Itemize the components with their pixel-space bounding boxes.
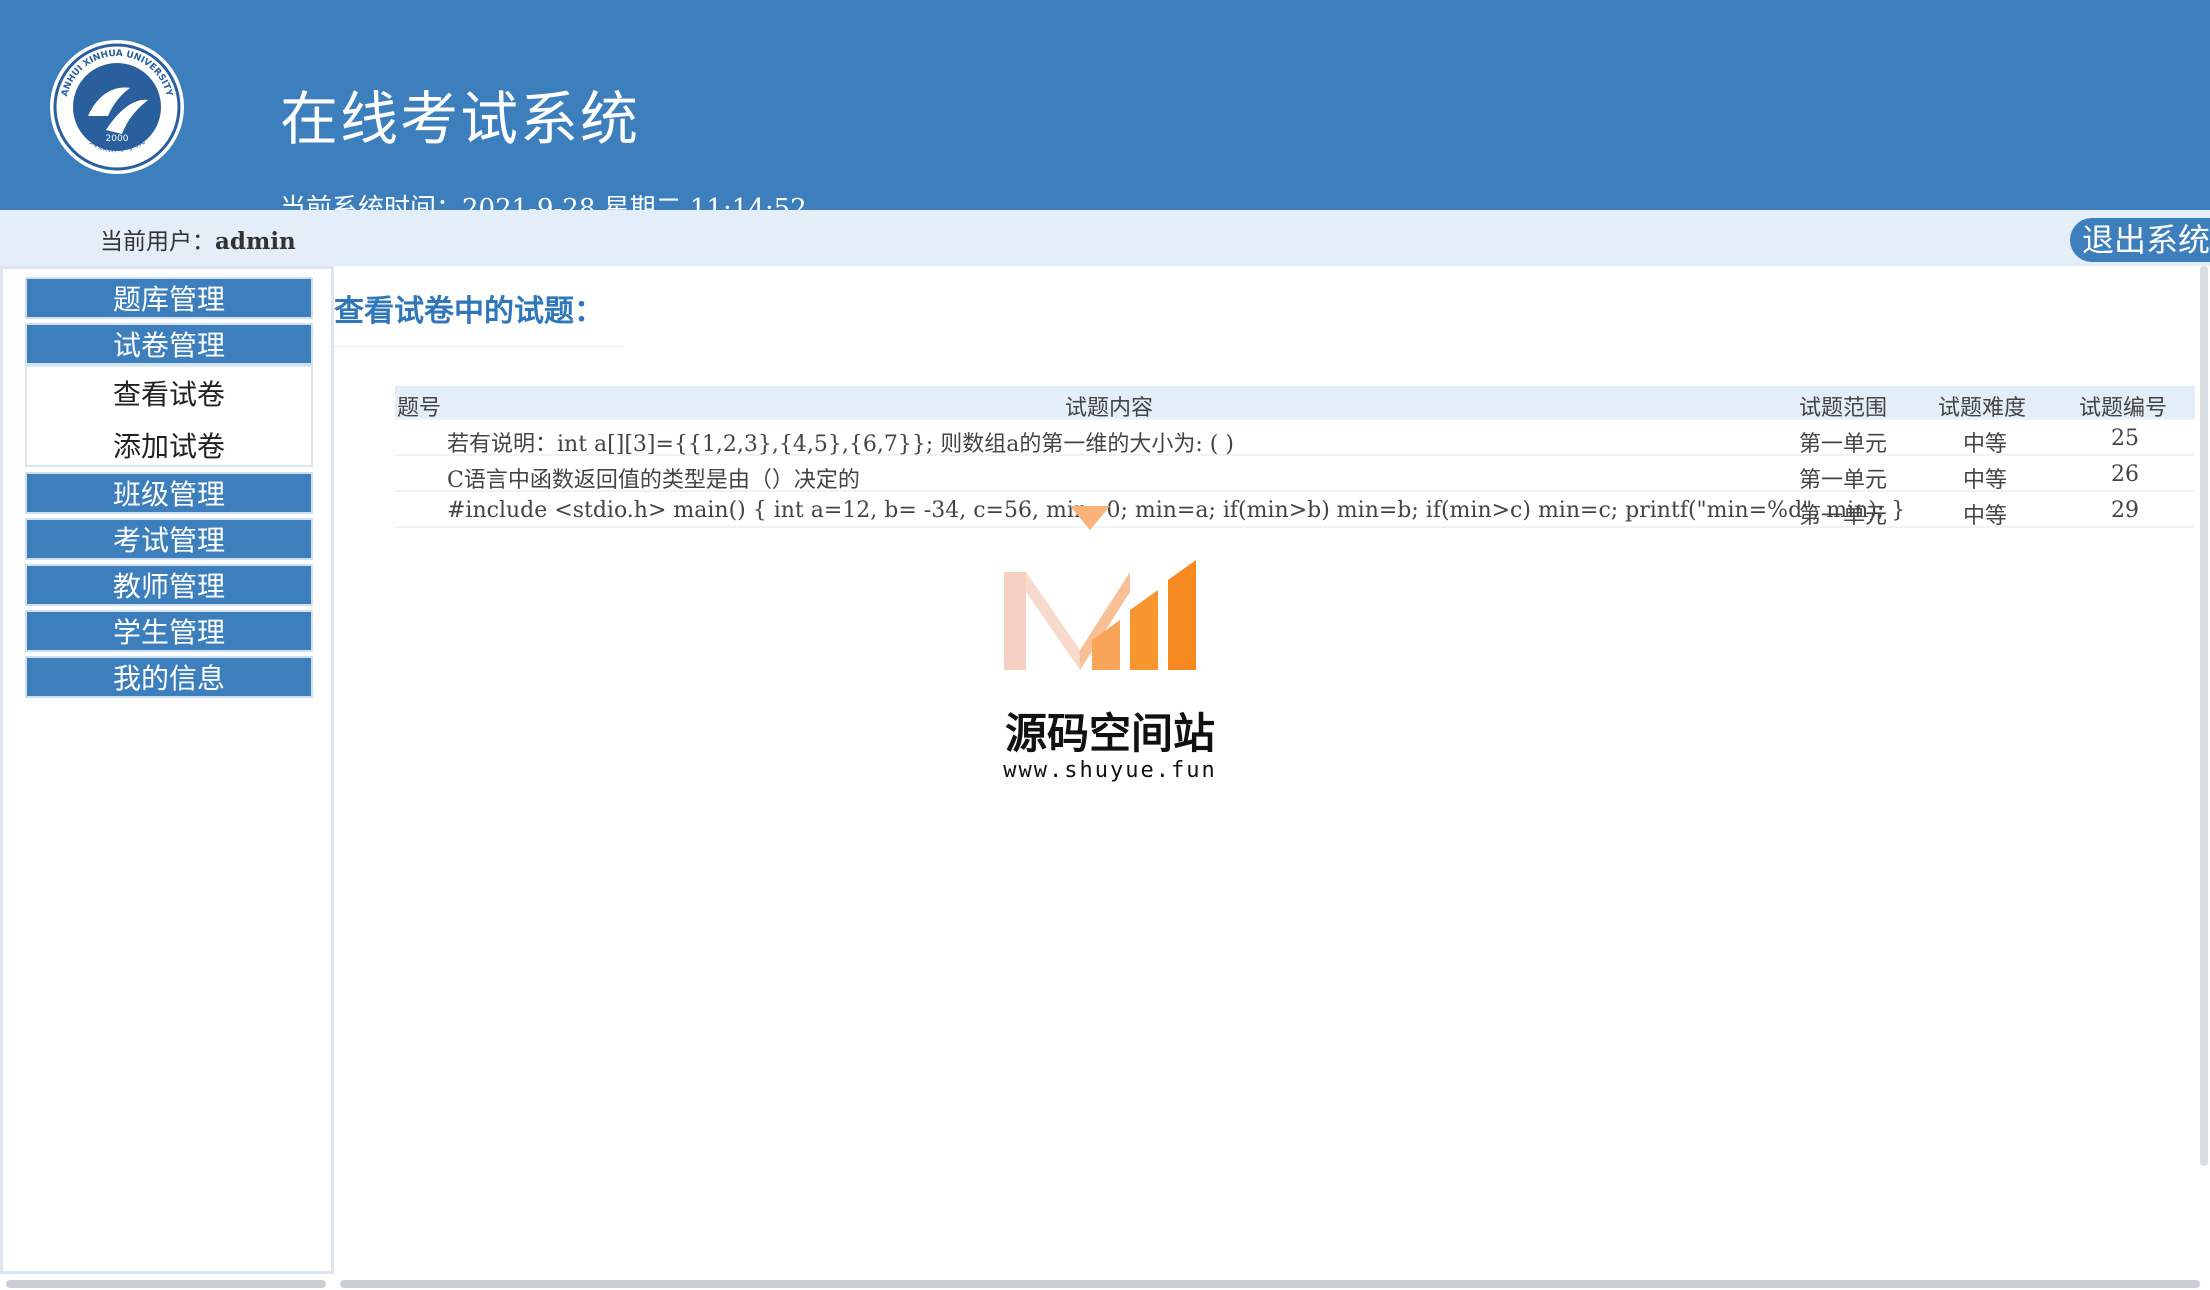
question-id: 29 bbox=[2111, 498, 2139, 523]
page-title: 查看试卷中的试题： bbox=[334, 294, 604, 329]
question-content: 若有说明：int a[][3]={{1,2,3},{4,5},{6,7}}; 则… bbox=[447, 432, 1234, 457]
question-difficulty: 中等 bbox=[1963, 432, 2008, 457]
sidebar-item-question-bank[interactable]: 题库管理 bbox=[25, 277, 313, 319]
table-row[interactable]: C语言中函数返回值的类型是由（）决定的 第一单元 中等 26 bbox=[395, 458, 2195, 493]
system-title: 在线考试系统 bbox=[280, 85, 641, 153]
table-row[interactable]: #include <stdio.h> main() { int a=12, b=… bbox=[395, 494, 2195, 529]
question-range: 第一单元 bbox=[1799, 432, 1888, 457]
vertical-scrollbar[interactable] bbox=[2200, 266, 2208, 1166]
sidebar-item-paper-management[interactable]: 试卷管理 bbox=[25, 323, 313, 365]
question-difficulty: 中等 bbox=[1963, 504, 2008, 529]
sidebar-horizontal-scrollbar[interactable] bbox=[6, 1280, 326, 1288]
col-header-id: 试题编号 bbox=[2079, 396, 2168, 421]
col-header-content: 试题内容 bbox=[1065, 396, 1154, 421]
sidebar-item-student-management[interactable]: 学生管理 bbox=[25, 610, 313, 652]
col-header-difficulty: 试题难度 bbox=[1938, 396, 2027, 421]
table-header-row: 题号 试题内容 试题范围 试题难度 试题编号 bbox=[395, 386, 2195, 421]
submenu-paper: 查看试卷 添加试卷 bbox=[25, 365, 313, 467]
question-range: 第一单元 bbox=[1799, 504, 1888, 529]
app-header: 2000 ANHUI XINHUA UNIVERSITY 安徽新华学院 在线考试… bbox=[0, 0, 2210, 210]
current-user-name: admin bbox=[215, 228, 296, 255]
title-divider bbox=[334, 346, 624, 347]
submenu-item-view-paper[interactable]: 查看试卷 bbox=[27, 373, 311, 413]
table-row[interactable]: 若有说明：int a[][3]={{1,2,3},{4,5},{6,7}}; 则… bbox=[395, 422, 2195, 457]
watermark-name: 源码空间站 bbox=[1004, 709, 1215, 758]
question-range: 第一单元 bbox=[1799, 468, 1888, 493]
current-user-label: 当前用户： bbox=[100, 229, 215, 255]
watermark-url: www.shuyue.fun bbox=[1003, 758, 1217, 783]
question-id: 25 bbox=[2111, 426, 2139, 451]
sidebar-item-exam-management[interactable]: 考试管理 bbox=[25, 518, 313, 560]
content-horizontal-scrollbar[interactable] bbox=[340, 1280, 2200, 1288]
logout-button[interactable]: 退出系统 bbox=[2070, 218, 2210, 262]
sidebar-item-class-management[interactable]: 班级管理 bbox=[25, 472, 313, 514]
university-logo: 2000 ANHUI XINHUA UNIVERSITY 安徽新华学院 bbox=[50, 40, 184, 174]
question-difficulty: 中等 bbox=[1963, 468, 2008, 493]
svg-text:2000: 2000 bbox=[106, 134, 129, 144]
sidebar: 题库管理 试卷管理 查看试卷 添加试卷 班级管理 考试管理 教师管理 学生管理 … bbox=[0, 266, 334, 1274]
sidebar-item-teacher-management[interactable]: 教师管理 bbox=[25, 564, 313, 606]
sidebar-item-my-info[interactable]: 我的信息 bbox=[25, 656, 313, 698]
current-user: 当前用户：admin bbox=[100, 222, 296, 256]
question-content: C语言中函数返回值的类型是由（）决定的 bbox=[447, 468, 860, 493]
submenu-item-add-paper[interactable]: 添加试卷 bbox=[27, 425, 311, 465]
user-bar: 当前用户：admin 退出系统 bbox=[0, 210, 2210, 266]
system-time: 当前系统时间：2021-9-28 星期二 11:14:52 bbox=[280, 194, 807, 210]
question-id: 26 bbox=[2111, 462, 2139, 487]
col-header-range: 试题范围 bbox=[1799, 396, 1888, 421]
col-header-number: 题号 bbox=[397, 396, 442, 421]
